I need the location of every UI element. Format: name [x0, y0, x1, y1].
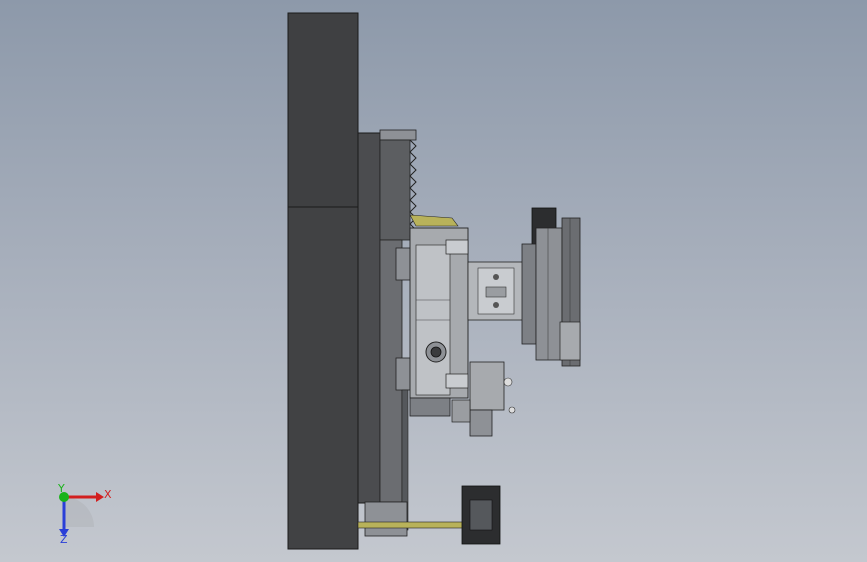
- y-axis-label: Y: [57, 482, 65, 495]
- cad-graphics-viewport[interactable]: X Y Z: [0, 0, 867, 562]
- z-axis-label: Z: [60, 533, 68, 546]
- x-axis-label: X: [104, 488, 112, 501]
- orientation-triad: X Y Z: [57, 482, 112, 546]
- x-axis-arrowhead: [96, 492, 104, 502]
